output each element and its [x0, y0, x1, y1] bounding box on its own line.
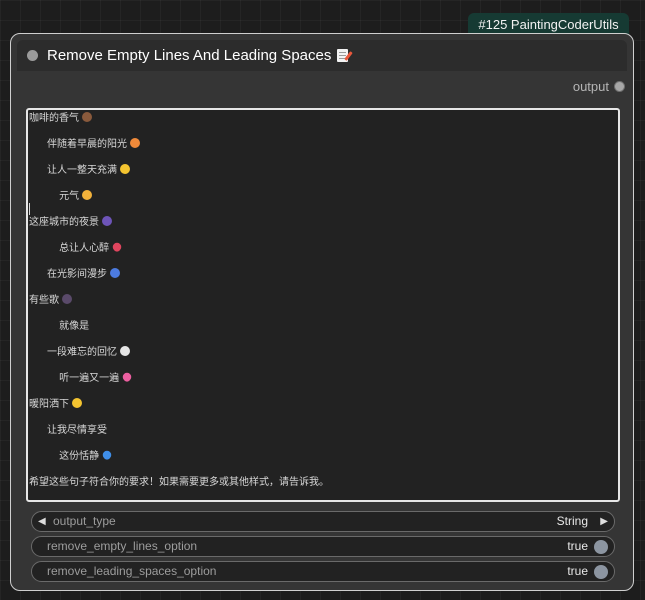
toggle-knob-icon[interactable] [594, 565, 608, 579]
text-line-content: 让我尽情享受 [29, 425, 108, 436]
text-line-content: 希望这些句子符合你的要求！如果需要更多或其他样式，请告诉我。 [29, 477, 329, 488]
remove-empty-lines-toggle[interactable]: remove_empty_lines_option true [31, 536, 615, 557]
combo-right-arrow-icon[interactable]: ▶ [600, 512, 608, 531]
text-line-content: 总让人心醉 [29, 243, 110, 254]
text-line: 希望这些句子符合你的要求！如果需要更多或其他样式，请告诉我。 [29, 475, 618, 500]
text-line: 伴随着早晨的阳光 [29, 137, 618, 163]
node-card[interactable]: Remove Empty Lines And Leading Spaces ou… [10, 33, 634, 591]
text-line-content: 在光影间漫步 [29, 269, 108, 280]
widget-value: true [567, 564, 588, 578]
text-line-content: 元气 [29, 191, 80, 202]
text-line-content: 让人一整天充满 [29, 165, 118, 176]
emoji-icon [120, 164, 131, 174]
text-line: 暖阳洒下 [29, 397, 618, 423]
emoji-icon [102, 216, 112, 226]
emoji-icon [120, 346, 131, 356]
output-type-combo[interactable]: ◀ output_type String ▶ [31, 511, 615, 532]
text-line-content: 这份恬静 [29, 451, 100, 462]
output-label: output [572, 79, 609, 94]
text-line: 这座城市的夜景 [29, 215, 618, 241]
text-line-content: 这座城市的夜景 [29, 217, 99, 228]
text-line: 咖啡的香气 [29, 111, 618, 137]
emoji-icon [72, 398, 82, 408]
text-area[interactable]: 咖啡的香气 伴随着早晨的阳光 让人一整天充满 元气这座城市的夜景 总让人心醉 在… [26, 108, 620, 502]
text-line-content: 伴随着早晨的阳光 [29, 139, 128, 150]
widget-value: true [567, 539, 588, 553]
text-line: 在光影间漫步 [29, 267, 618, 293]
text-line-content: 就像是 [29, 321, 90, 332]
widget-name: remove_leading_spaces_option [47, 564, 217, 578]
memo-icon [337, 49, 349, 62]
output-slot-dot[interactable] [614, 81, 625, 92]
text-line-content: 有些歌 [29, 295, 59, 306]
text-line: 让人一整天充满 [29, 163, 618, 189]
widget-value: String [556, 514, 588, 528]
text-line: 让我尽情享受 [29, 423, 618, 449]
text-line: 有些歌 [29, 293, 618, 319]
widget-name: remove_empty_lines_option [47, 539, 198, 553]
node-title-text: Remove Empty Lines And Leading Spaces [47, 47, 332, 64]
text-line: 这份恬静 [29, 448, 618, 475]
remove-leading-spaces-toggle[interactable]: remove_leading_spaces_option true [31, 561, 615, 582]
emoji-icon [62, 294, 72, 304]
emoji-icon [82, 112, 92, 122]
text-line: 就像是 [29, 319, 618, 345]
emoji-icon [111, 240, 124, 254]
text-line-content: 听一遍又一遍 [29, 373, 120, 384]
emoji-icon [121, 370, 134, 384]
node-title: Remove Empty Lines And Leading Spaces [47, 40, 349, 71]
emoji-icon [82, 190, 93, 200]
toggle-knob-icon[interactable] [594, 540, 608, 554]
text-line: 元气 [29, 189, 618, 215]
text-caret [29, 203, 30, 215]
text-line: 一段难忘的回忆 [29, 345, 618, 371]
text-line-content: 一段难忘的回忆 [29, 347, 118, 358]
emoji-icon [130, 138, 141, 148]
text-line: 听一遍又一遍 [29, 370, 618, 397]
text-line-content: 暖阳洒下 [29, 399, 69, 410]
widget-name: output_type [53, 514, 116, 528]
emoji-icon [101, 448, 114, 462]
text-line: 总让人心醉 [29, 240, 618, 267]
emoji-icon [110, 268, 121, 278]
combo-left-arrow-icon[interactable]: ◀ [38, 512, 46, 531]
node-title-bar[interactable]: Remove Empty Lines And Leading Spaces [17, 40, 627, 71]
collapse-dot[interactable] [27, 50, 38, 61]
text-line-content: 咖啡的香气 [29, 113, 79, 124]
